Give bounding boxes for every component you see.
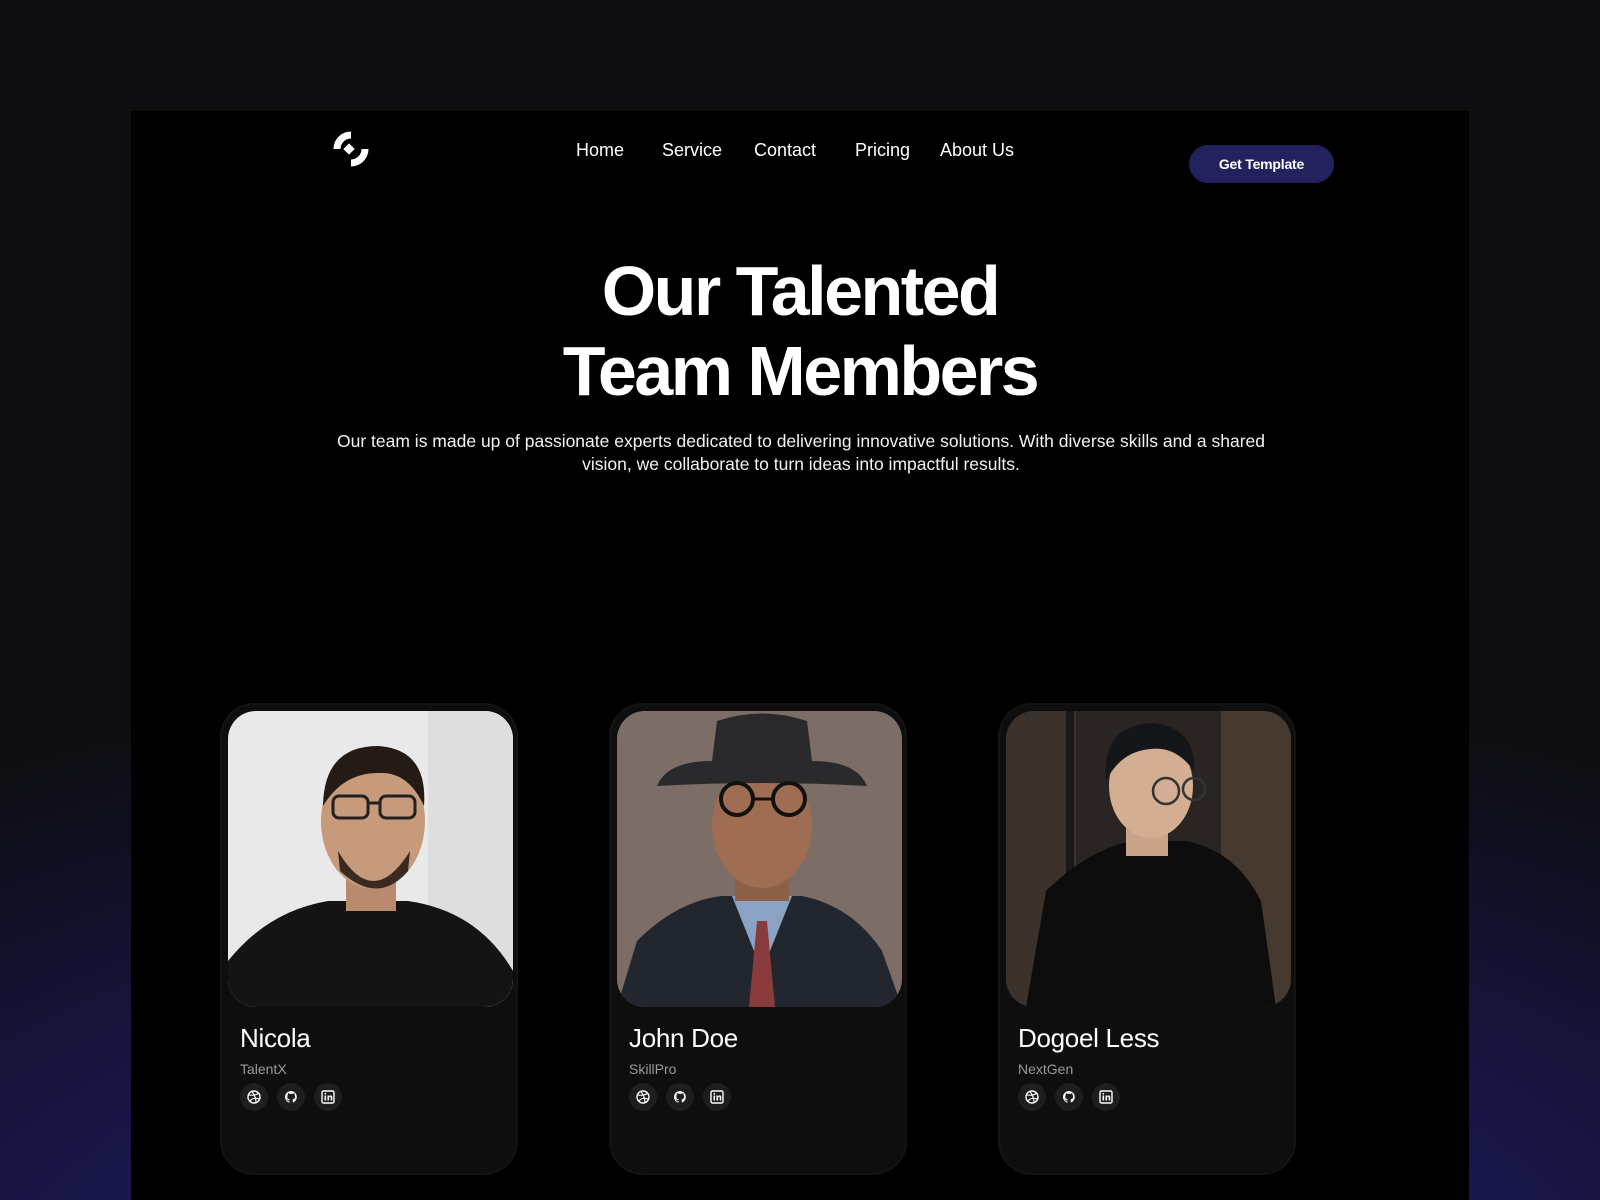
page-title-line2: Team Members <box>562 332 1040 410</box>
nav-pricing[interactable]: Pricing <box>855 140 910 161</box>
linkedin-icon[interactable] <box>703 1083 731 1111</box>
nav-contact[interactable]: Contact <box>754 140 816 161</box>
dribbble-icon[interactable] <box>629 1083 657 1111</box>
github-icon[interactable] <box>277 1083 305 1111</box>
hero-description: Our team is made up of passionate expert… <box>337 431 1265 474</box>
page-title-line1: Our Talented <box>601 252 1001 330</box>
team-card-nicola: Nicola TalentX <box>220 703 518 1175</box>
member-company: NextGen <box>1018 1061 1074 1077</box>
page-title: Our Talented Team Members <box>131 251 1469 411</box>
page-frame: Home Service Contact Pricing About Us Ge… <box>131 111 1469 1200</box>
member-photo <box>617 711 902 1007</box>
nav-about-us[interactable]: About Us <box>940 140 1014 161</box>
member-name: Dogoel Less <box>1018 1023 1160 1053</box>
github-icon[interactable] <box>666 1083 694 1111</box>
nav-service[interactable]: Service <box>662 140 722 161</box>
member-company: SkillPro <box>629 1061 677 1077</box>
github-icon[interactable] <box>1055 1083 1083 1111</box>
member-name: John Doe <box>629 1023 738 1053</box>
dribbble-icon[interactable] <box>1018 1083 1046 1111</box>
nav-home[interactable]: Home <box>576 140 624 161</box>
member-photo <box>228 711 513 1007</box>
linkedin-icon[interactable] <box>314 1083 342 1111</box>
member-name: Nicola <box>240 1023 311 1053</box>
dribbble-icon[interactable] <box>240 1083 268 1111</box>
main-nav: Home Service Contact Pricing About Us Ge… <box>131 131 1469 183</box>
linkedin-icon[interactable] <box>1092 1083 1120 1111</box>
team-card-john-doe: John Doe SkillPro <box>609 703 907 1175</box>
team-card-dogoel-less: Dogoel Less NextGen <box>998 703 1296 1175</box>
get-template-button[interactable]: Get Template <box>1189 145 1334 183</box>
member-photo <box>1006 711 1291 1007</box>
member-company: TalentX <box>240 1061 287 1077</box>
